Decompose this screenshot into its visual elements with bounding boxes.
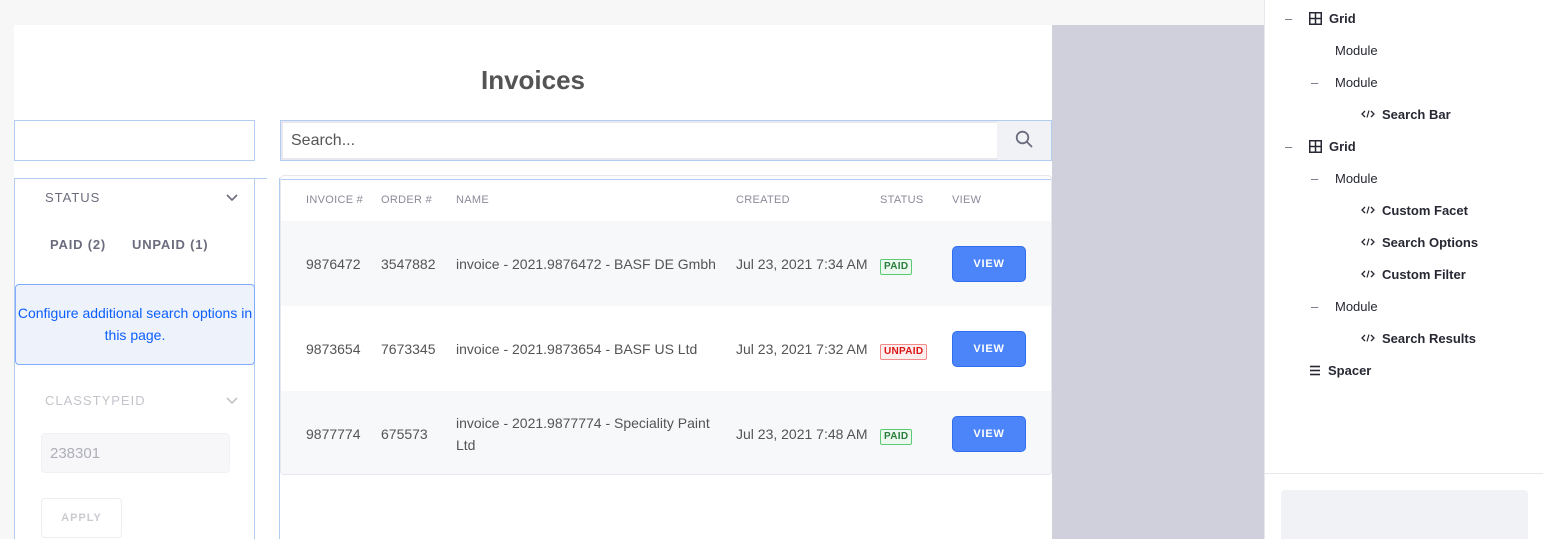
view-cell: VIEW	[952, 306, 1051, 391]
status-badge: PAID	[880, 258, 913, 275]
grid-icon	[1309, 11, 1322, 25]
search-bar	[280, 120, 1052, 161]
grid-icon	[1309, 139, 1322, 153]
status-cell: PAID	[880, 221, 952, 306]
column-header-status: STATUS	[880, 194, 924, 206]
facets-panel: STATUS PAID (2) UNPAID (1) Configure add…	[14, 178, 267, 539]
column-header-order: ORDER #	[381, 194, 432, 206]
page-title: Invoices	[480, 65, 586, 95]
created-date: Jul 23, 2021 7:34 AM	[736, 255, 868, 272]
code-icon	[1361, 269, 1375, 279]
tree-item-label: Module	[1335, 298, 1378, 314]
tree-item-label: Module	[1335, 170, 1378, 186]
status-cell: UNPAID	[880, 306, 952, 391]
column-header-invoice: INVOICE #	[306, 194, 364, 206]
tree-item-module[interactable]: – Module	[1311, 296, 1378, 316]
code-icon	[1361, 109, 1375, 119]
tree-item-label: Module	[1335, 74, 1378, 90]
collapse-icon[interactable]: –	[1311, 75, 1318, 90]
tree-item-search-results[interactable]: Search Results	[1361, 328, 1476, 348]
column-header-created: CREATED	[736, 194, 790, 206]
tree-item-label: Custom Facet	[1382, 202, 1468, 218]
view-button[interactable]: VIEW	[952, 415, 1026, 452]
panel-footer-placeholder	[1281, 490, 1528, 539]
tree-item-label: Module	[1335, 42, 1378, 58]
tree-item-label: Grid	[1329, 10, 1356, 26]
search-input[interactable]	[281, 121, 997, 160]
invoice-number: 9876472	[306, 255, 361, 272]
collapse-icon[interactable]: –	[1285, 139, 1292, 154]
column-header-view: VIEW	[952, 194, 982, 206]
tree-item-label: Search Options	[1382, 234, 1479, 250]
classtype-input[interactable]	[41, 433, 230, 473]
tree-item-label: Spacer	[1328, 362, 1372, 378]
tree-item-label: Custom Filter	[1382, 266, 1466, 282]
column-header-name: NAME	[456, 194, 489, 206]
tree-item-label: Grid	[1329, 138, 1356, 154]
view-cell: VIEW	[952, 391, 1051, 474]
order-number: 3547882	[381, 255, 436, 272]
view-cell: VIEW	[952, 221, 1051, 306]
results-table: INVOICE # ORDER # NAME CREATED STATUS VI…	[281, 176, 1051, 474]
apply-button[interactable]: APPLY	[41, 498, 122, 538]
tree-item-grid[interactable]: – Grid	[1285, 136, 1356, 156]
created-date: Jul 23, 2021 7:48 AM	[736, 425, 868, 442]
tree-item-grid[interactable]: – Grid	[1285, 8, 1356, 28]
invoice-name: invoice - 2021.9876472 - BASF DE Gmbh	[456, 255, 716, 272]
view-button[interactable]: VIEW	[952, 245, 1026, 282]
tree-item-module[interactable]: Module	[1335, 40, 1378, 60]
chevron-down-icon[interactable]	[225, 190, 239, 208]
page-canvas: Invoices STATUS PAID (2) UNPAID (1) Conf…	[14, 25, 1052, 539]
left-top-drop-zone	[14, 120, 255, 161]
status-badge: PAID	[880, 428, 913, 445]
page-structure-panel: – Grid Module – Module Search Bar – Grid…	[1264, 0, 1543, 539]
facet-option-unpaid[interactable]: UNPAID (1)	[132, 237, 208, 252]
order-number: 7673345	[381, 340, 436, 357]
tree-item-spacer[interactable]: Spacer	[1309, 360, 1371, 380]
collapse-icon[interactable]: –	[1311, 299, 1318, 314]
column-divider	[254, 120, 255, 161]
tree-item-module[interactable]: – Module	[1311, 168, 1378, 188]
table-row: 9876472 3547882 invoice - 2021.9876472 -…	[281, 221, 1051, 306]
table-row: 9877774 675573 invoice - 2021.9877774 - …	[281, 391, 1051, 474]
view-button[interactable]: VIEW	[952, 330, 1026, 367]
tree-item-label: Search Results	[1382, 330, 1476, 346]
tree-item-search-options[interactable]: Search Options	[1361, 232, 1478, 252]
panel-divider	[1265, 473, 1543, 474]
tree-item-label: Search Bar	[1382, 106, 1451, 122]
config-message: Configure additional search options in t…	[15, 284, 255, 365]
facets-divider	[15, 178, 267, 179]
created-date: Jul 23, 2021 7:32 AM	[736, 340, 868, 357]
tree-item-custom-filter[interactable]: Custom Filter	[1361, 264, 1466, 284]
canvas-margin-area	[1052, 25, 1264, 539]
order-number: 675573	[381, 425, 428, 442]
tree-item-module[interactable]: – Module	[1311, 72, 1378, 92]
invoice-number: 9877774	[306, 425, 361, 442]
search-results: INVOICE # ORDER # NAME CREATED STATUS VI…	[280, 175, 1052, 475]
search-icon	[1015, 130, 1033, 151]
classtype-facet-heading[interactable]: CLASSTYPEID	[45, 393, 146, 408]
invoice-number: 9873654	[306, 340, 361, 357]
table-row: 9873654 7673345 invoice - 2021.9873654 -…	[281, 306, 1051, 391]
spacer-icon	[1309, 365, 1321, 376]
chevron-down-icon[interactable]	[225, 393, 239, 411]
tree-item-search-bar[interactable]: Search Bar	[1361, 104, 1451, 124]
facet-option-paid[interactable]: PAID (2)	[50, 237, 106, 252]
tree-item-custom-facet[interactable]: Custom Facet	[1361, 200, 1468, 220]
status-cell: PAID	[880, 391, 952, 474]
code-icon	[1361, 237, 1375, 247]
code-icon	[1361, 333, 1375, 343]
status-facet-heading[interactable]: STATUS	[45, 190, 100, 205]
collapse-icon[interactable]: –	[1285, 11, 1292, 26]
status-badge: UNPAID	[880, 343, 928, 360]
code-icon	[1361, 205, 1375, 215]
invoice-name: invoice - 2021.9877774 - Speciality Pain…	[456, 414, 710, 453]
search-button[interactable]	[997, 121, 1051, 160]
invoice-name: invoice - 2021.9873654 - BASF US Ltd	[456, 340, 698, 357]
collapse-icon[interactable]: –	[1311, 171, 1318, 186]
table-header-row: INVOICE # ORDER # NAME CREATED STATUS VI…	[281, 176, 1051, 221]
